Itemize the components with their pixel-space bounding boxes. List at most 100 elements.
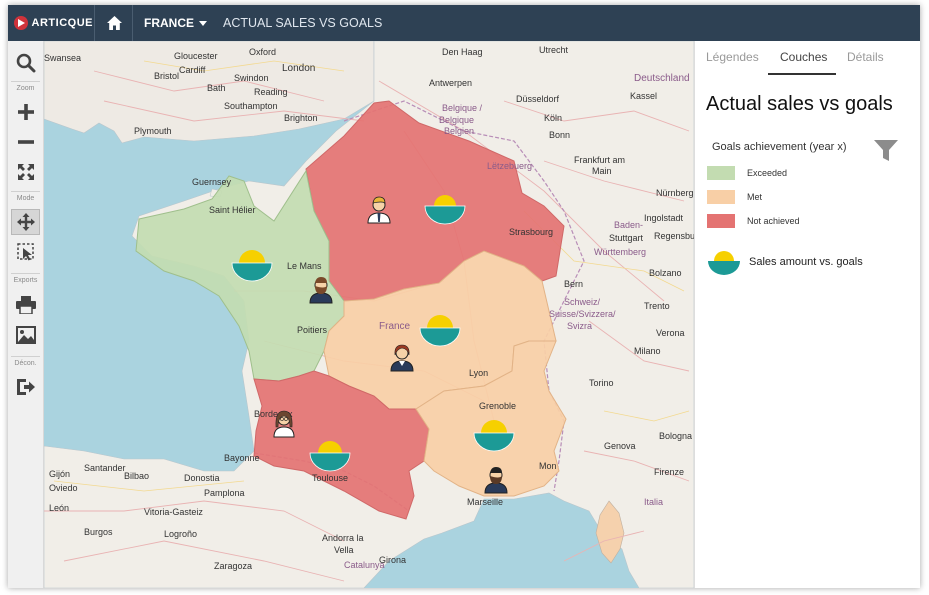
svg-text:Kassel: Kassel — [630, 91, 657, 101]
minus-icon — [17, 140, 34, 144]
move-icon — [16, 213, 35, 231]
svg-text:Bologna: Bologna — [659, 431, 692, 441]
svg-text:France: France — [379, 321, 411, 332]
home-button[interactable] — [96, 5, 132, 41]
map-canvas: Swansea Cardiff Gloucester Oxford London… — [44, 41, 694, 588]
left-toolbar: Zoom Mode Exports Décon. — [8, 41, 44, 588]
svg-text:Torino: Torino — [589, 378, 614, 388]
svg-text:Toulouse: Toulouse — [312, 473, 348, 483]
svg-text:Gloucester: Gloucester — [174, 51, 218, 61]
selection-icon — [16, 243, 34, 261]
svg-text:León: León — [49, 503, 69, 513]
pan-mode-button[interactable] — [11, 209, 40, 235]
divider — [132, 5, 133, 41]
svg-text:Suisse/Svizzera/: Suisse/Svizzera/ — [549, 309, 616, 319]
svg-text:Lyon: Lyon — [469, 368, 488, 378]
select-mode-button[interactable] — [11, 239, 40, 265]
print-button[interactable] — [11, 292, 40, 318]
svg-text:Main: Main — [592, 166, 612, 176]
printer-icon — [15, 296, 36, 314]
svg-text:Bristol: Bristol — [154, 71, 179, 81]
svg-text:Oviedo: Oviedo — [49, 483, 78, 493]
expand-icon — [17, 164, 34, 180]
svg-text:Pamplona: Pamplona — [204, 488, 245, 498]
logout-icon — [16, 379, 35, 395]
play-logo-icon — [14, 16, 28, 30]
svg-text:Zaragoza: Zaragoza — [214, 561, 252, 571]
svg-text:Schweiz/: Schweiz/ — [564, 297, 601, 307]
legend-item-exceeded: Exceeded — [707, 166, 787, 180]
svg-text:Belgien: Belgien — [444, 126, 474, 136]
tab-legendes[interactable]: Légendes — [706, 50, 759, 64]
filter-button[interactable] — [873, 139, 899, 168]
tab-couches[interactable]: Couches — [780, 50, 827, 64]
svg-text:Swindon: Swindon — [234, 73, 269, 83]
logout-button[interactable] — [11, 374, 40, 400]
svg-text:Bonn: Bonn — [549, 130, 570, 140]
divider — [94, 5, 95, 41]
svg-text:Burgos: Burgos — [84, 527, 113, 537]
sales-symbol-icon — [708, 251, 740, 275]
svg-text:Trento: Trento — [644, 301, 670, 311]
svg-text:Lëtzebuerg: Lëtzebuerg — [487, 161, 532, 171]
svg-text:Vitoria-Gasteiz: Vitoria-Gasteiz — [144, 507, 203, 517]
fit-extent-button[interactable] — [11, 159, 40, 185]
svg-text:Strasbourg: Strasbourg — [509, 227, 553, 237]
svg-text:Verona: Verona — [656, 328, 685, 338]
map-view[interactable]: Swansea Cardiff Gloucester Oxford London… — [44, 41, 694, 588]
legend-item-not-achieved: Not achieved — [707, 214, 800, 228]
export-image-button[interactable] — [11, 322, 40, 348]
svg-text:Plymouth: Plymouth — [134, 126, 172, 136]
country-dropdown[interactable]: FRANCE — [144, 5, 207, 41]
legend-item-sales: Sales amount vs. goals — [707, 247, 863, 277]
caret-down-icon — [199, 20, 207, 26]
svg-text:Baden-: Baden- — [614, 220, 643, 230]
svg-text:Nürnberg: Nürnberg — [656, 188, 694, 198]
search-button[interactable] — [11, 50, 40, 76]
zoom-in-button[interactable] — [11, 99, 40, 125]
active-tab-indicator — [768, 73, 836, 75]
legend-label: Met — [747, 192, 763, 202]
side-panel: Légendes Couches Détails Actual sales vs… — [694, 41, 920, 588]
page-title: ACTUAL SALES VS GOALS — [223, 16, 383, 30]
svg-text:Ingolstadt: Ingolstadt — [644, 213, 684, 223]
svg-text:Poitiers: Poitiers — [297, 325, 328, 335]
svg-text:Le Mans: Le Mans — [287, 261, 322, 271]
svg-text:Logroño: Logroño — [164, 529, 197, 539]
brand-logo[interactable]: ARTICQUE — [8, 5, 93, 41]
legend-label: Not achieved — [747, 216, 800, 226]
svg-text:Santander: Santander — [84, 463, 126, 473]
app-window: ARTICQUE FRANCE ACTUAL SALES VS GOALS Zo… — [8, 5, 920, 588]
zoom-group-label: Zoom — [16, 85, 35, 92]
svg-text:Genova: Genova — [604, 441, 636, 451]
tab-details[interactable]: Détails — [847, 50, 884, 64]
svg-text:Utrecht: Utrecht — [539, 45, 569, 55]
panel-tabs: Légendes Couches Détails — [695, 41, 920, 77]
legend-swatch — [707, 166, 735, 180]
legend-label: Exceeded — [747, 168, 788, 178]
home-icon — [106, 16, 122, 30]
svg-text:Gijón: Gijón — [49, 469, 70, 479]
legend-swatch — [707, 214, 735, 228]
svg-text:Köln: Köln — [544, 113, 562, 123]
svg-text:London: London — [282, 63, 315, 74]
svg-text:Milano: Milano — [634, 346, 661, 356]
image-icon — [15, 326, 36, 344]
svg-text:Andorra la: Andorra la — [322, 533, 364, 543]
svg-text:Stuttgart: Stuttgart — [609, 233, 644, 243]
svg-text:Oxford: Oxford — [249, 47, 276, 57]
zoom-out-button[interactable] — [11, 129, 40, 155]
top-bar: ARTICQUE FRANCE ACTUAL SALES VS GOALS — [8, 5, 920, 41]
brand-name: ARTICQUE — [31, 17, 93, 29]
svg-text:Deutschland: Deutschland — [634, 73, 690, 84]
svg-text:Swansea: Swansea — [44, 53, 81, 63]
search-icon — [16, 53, 35, 73]
legend-label: Sales amount vs. goals — [749, 256, 863, 268]
country-label: FRANCE — [144, 16, 194, 30]
svg-text:Mon: Mon — [539, 461, 557, 471]
svg-text:Regensburg: Regensburg — [654, 231, 694, 241]
svg-text:Reading: Reading — [254, 87, 288, 97]
divider — [11, 81, 40, 82]
legend-swatch — [707, 190, 735, 204]
svg-text:Marseille: Marseille — [467, 497, 503, 507]
